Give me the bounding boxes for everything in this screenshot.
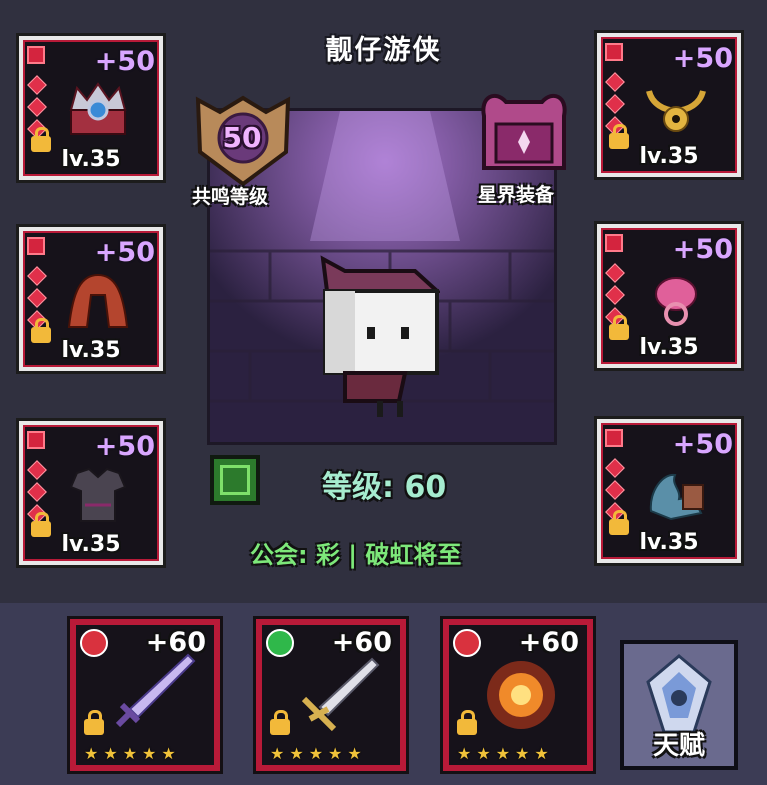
bonus-value: +50: [94, 237, 155, 268]
crown-helmet-icon: [69, 82, 127, 135]
talent-emblem-icon: [646, 654, 712, 734]
lock-icon: [84, 710, 104, 735]
cloak-icon: [67, 273, 129, 328]
equip-level: lv.35: [639, 144, 699, 169]
equip-slot-ring[interactable]: +50 lv.35: [594, 221, 744, 371]
gem-icon: [605, 429, 623, 447]
equip-slot-necklace[interactable]: +50 lv.35: [594, 30, 744, 180]
equip-slot-armor[interactable]: +50 lv.35: [16, 418, 166, 568]
lock-icon: [270, 710, 290, 735]
bonus-value: +50: [94, 431, 155, 462]
bonus-value: +60: [331, 627, 392, 658]
lock-icon: [457, 710, 477, 735]
star-rating: ★★★★★: [84, 744, 181, 763]
weapon-slot-2[interactable]: +60 ★★★★★: [253, 616, 409, 774]
guild-info: 公会: 彩 | 破虹将至: [250, 541, 462, 569]
talent-label: 天赋: [652, 731, 705, 761]
weapon-slot-3[interactable]: +60 ★★★★★: [440, 616, 596, 774]
equip-level: lv.35: [61, 147, 121, 172]
flame-orb-icon: [487, 661, 555, 729]
bonus-value: +60: [145, 627, 206, 658]
gem-icon: [27, 237, 45, 255]
gem-icon: [27, 431, 45, 449]
equip-level: lv.35: [61, 532, 121, 557]
resonance-label[interactable]: 共鸣等级: [192, 182, 268, 209]
ranger-character-sprite: [320, 255, 440, 417]
resonance-level-value: 50: [222, 121, 262, 154]
bonus-value: +50: [672, 234, 733, 265]
bonus-value: +60: [518, 627, 579, 658]
equip-level: lv.35: [639, 335, 699, 360]
astral-equipment-icon[interactable]: [476, 86, 572, 182]
equip-slot-pet[interactable]: +50 lv.35: [594, 416, 744, 566]
equip-slot-cloak[interactable]: +50 lv.35: [16, 224, 166, 374]
weapon-slot-1[interactable]: +60 ★★★★★: [67, 616, 223, 774]
guild-badge-icon[interactable]: [210, 455, 260, 505]
dragon-pet-icon: [649, 473, 704, 521]
astral-label[interactable]: 星界装备: [478, 180, 554, 207]
character-level: 等级: 60: [322, 470, 447, 505]
equip-slot-helmet[interactable]: +50 lv.35: [16, 33, 166, 183]
pink-ring-icon: [655, 277, 697, 326]
equip-level: lv.35: [61, 338, 121, 363]
armor-icon: [69, 467, 127, 522]
gold-necklace-icon: [646, 89, 706, 132]
gem-icon: [605, 43, 623, 61]
bonus-value: +50: [94, 46, 155, 77]
crossbow-icon: [301, 657, 380, 732]
bonus-value: +50: [672, 43, 733, 74]
rainbow-sword-icon: [115, 653, 196, 728]
star-rating: ★★★★★: [457, 744, 554, 763]
gem-icon: [27, 46, 45, 64]
talent-button[interactable]: 天赋: [620, 640, 738, 770]
bonus-value: +50: [672, 429, 733, 460]
star-rating: ★★★★★: [270, 744, 367, 763]
gem-icon: [605, 234, 623, 252]
equip-level: lv.35: [639, 530, 699, 555]
